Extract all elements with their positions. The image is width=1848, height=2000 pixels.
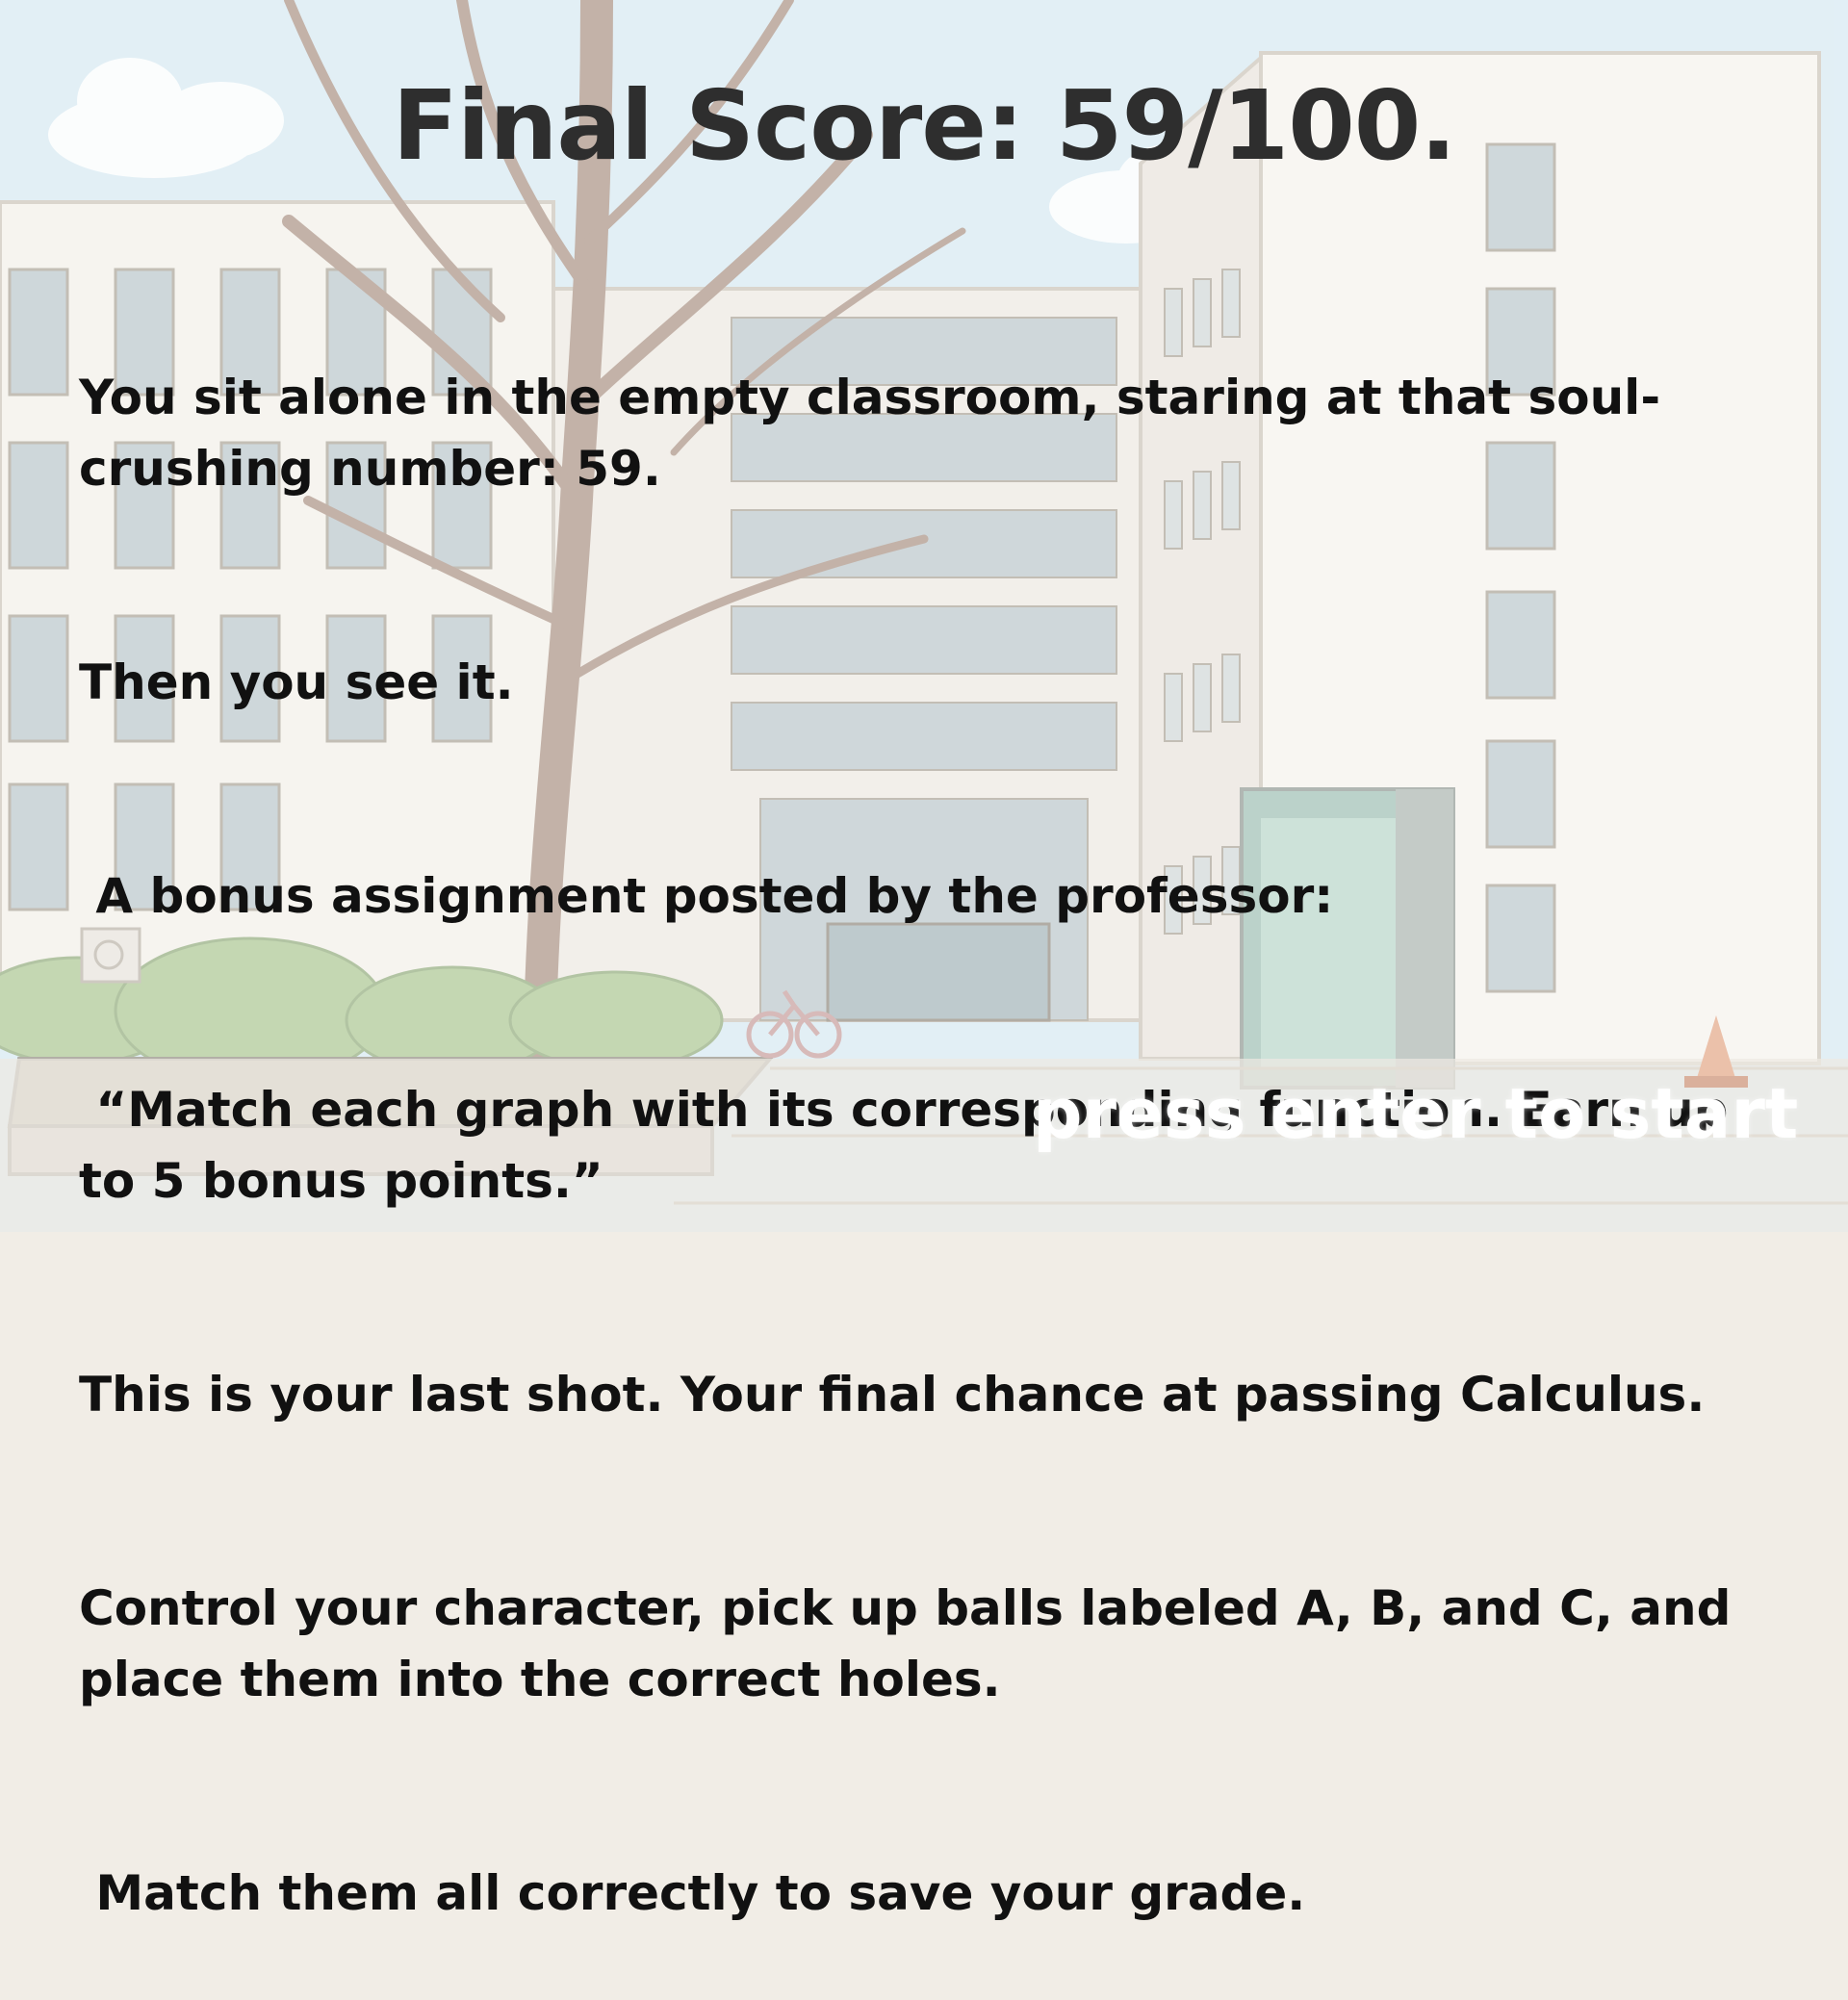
- story-line: This is your last shot. Your final chanc…: [79, 1367, 1706, 1423]
- story-line: Control your character, pick up balls la…: [79, 1580, 1748, 1707]
- final-score-title: Final Score: 59/100.: [392, 69, 1457, 182]
- story-line: Match them all correctly to save your gr…: [79, 1865, 1306, 1921]
- story-line: A bonus assignment posted by the profess…: [79, 868, 1334, 924]
- story-line: You sit alone in the empty classroom, st…: [79, 370, 1661, 497]
- press-enter-prompt[interactable]: press enter to start: [1033, 1073, 1798, 1154]
- story-line: Then you see it.: [79, 654, 514, 710]
